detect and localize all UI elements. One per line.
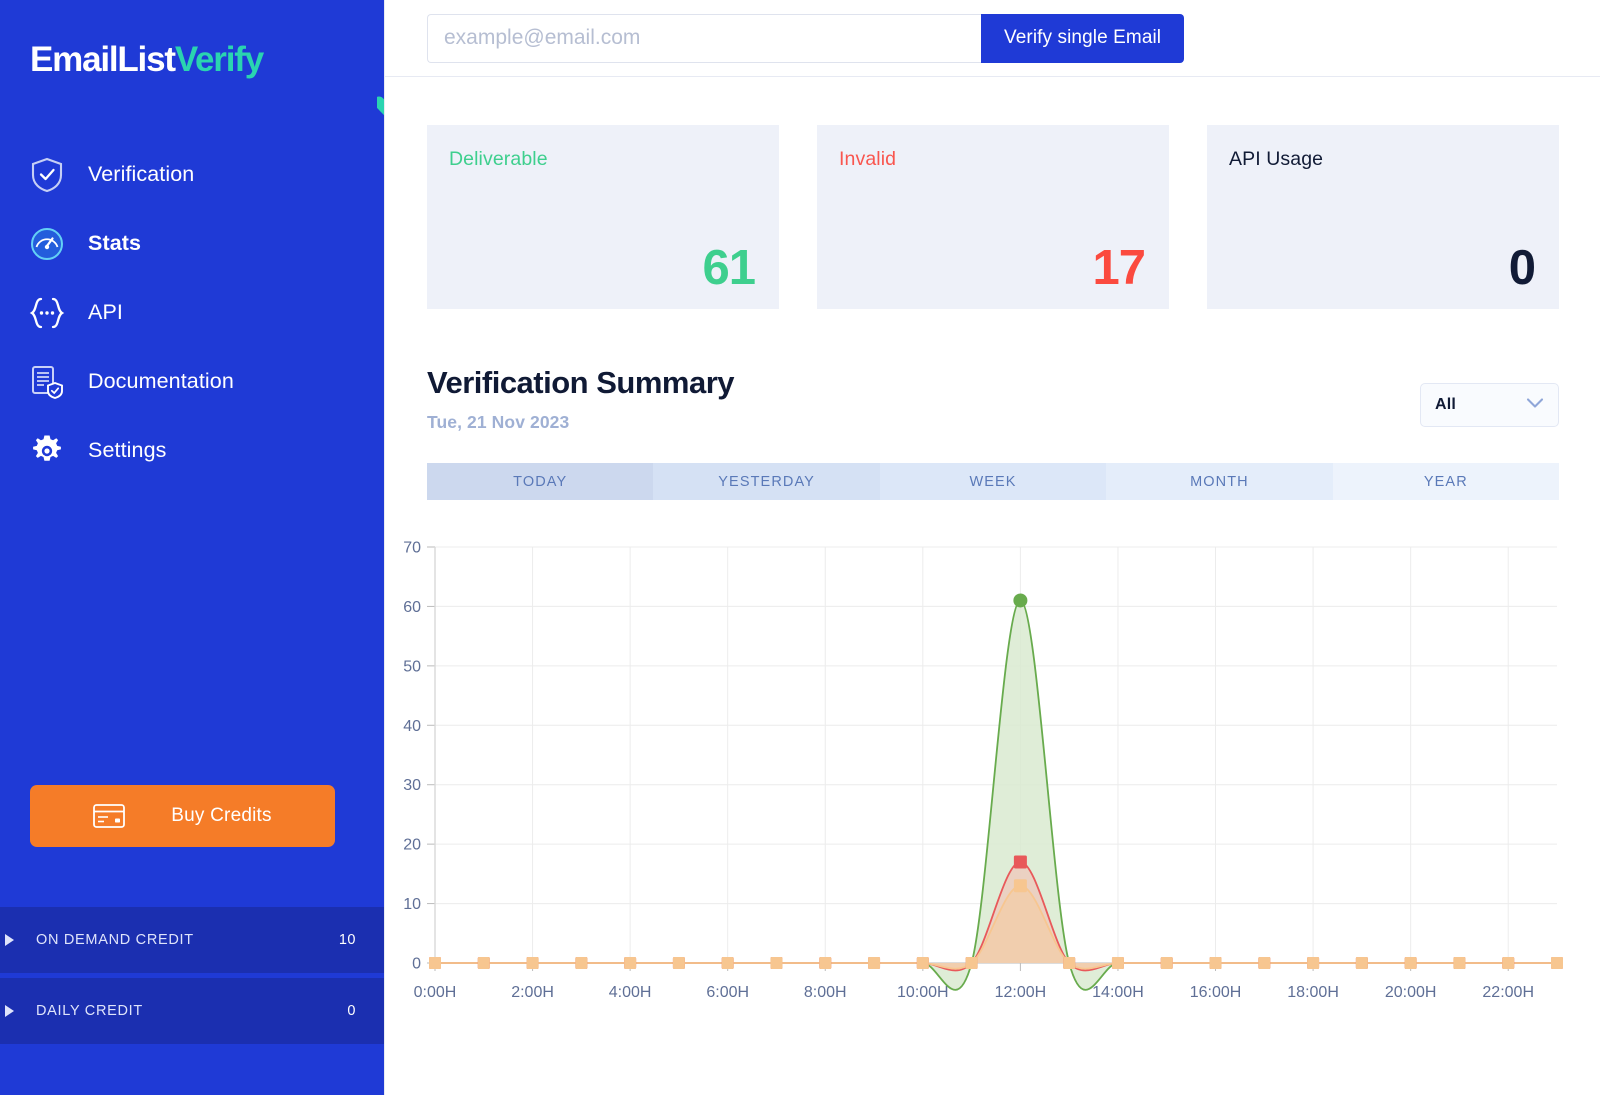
stat-card-title: Invalid [839,148,1147,171]
svg-text:30: 30 [403,777,421,794]
speedometer-icon [28,225,66,263]
svg-text:6:00H: 6:00H [706,984,749,1001]
verify-input-group: Verify single Email [427,14,1184,63]
stat-card-title: API Usage [1229,148,1537,171]
buy-credits-wrap: Buy Credits [0,785,384,847]
credit-value: 0 [347,1003,356,1019]
code-braces-icon [28,294,66,332]
svg-text:0: 0 [412,956,421,973]
sidebar-item-label: Settings [88,438,167,463]
sidebar-nav: Verification Stats [0,140,384,485]
summary-date: Tue, 21 Nov 2023 [427,412,1420,433]
credit-row-daily[interactable]: DAILY CREDIT 0 [0,978,384,1044]
stat-card-deliverable: Deliverable 61 [427,125,779,309]
stat-card-api-usage: API Usage 0 [1207,125,1559,309]
tab-today[interactable]: TODAY [427,463,653,500]
main-content: Verify single Email Deliverable 61 Inval… [384,0,1600,1095]
credit-label: ON DEMAND CREDIT [36,932,339,948]
sidebar-item-label: Verification [88,162,194,187]
chart-svg: 0 10 20 30 40 50 60 70 0:00H 2:00H 4:00H 6:00H 8:00H… [385,518,1600,1018]
chevron-right-icon [0,1004,24,1018]
page-title: Verification Summary [427,365,1420,401]
brand-logo[interactable]: EmailList Verify [0,0,384,120]
svg-text:10: 10 [403,896,421,913]
credit-row-on-demand[interactable]: ON DEMAND CREDIT 10 [0,907,384,973]
stat-card-value: 61 [702,244,755,293]
svg-text:0:00H: 0:00H [414,984,457,1001]
gear-icon [28,432,66,470]
svg-text:10:00H: 10:00H [897,984,949,1001]
summary-titles: Verification Summary Tue, 21 Nov 2023 [427,365,1420,433]
tab-month[interactable]: MONTH [1106,463,1332,500]
svg-text:2:00H: 2:00H [511,984,554,1001]
svg-text:70: 70 [403,540,421,557]
chevron-right-icon [0,933,24,947]
tab-year[interactable]: YEAR [1333,463,1559,500]
svg-text:20:00H: 20:00H [1385,984,1437,1001]
sidebar-item-label: API [88,300,123,325]
summary-header: Verification Summary Tue, 21 Nov 2023 Al… [385,309,1600,433]
credit-card-icon [93,804,125,828]
tab-label: YEAR [1424,474,1468,490]
svg-text:22:00H: 22:00H [1482,984,1534,1001]
credit-label: DAILY CREDIT [36,1003,347,1019]
svg-text:8:00H: 8:00H [804,984,847,1001]
email-input[interactable] [427,14,981,63]
tab-label: YESTERDAY [718,474,815,490]
stat-card-value: 17 [1092,244,1145,293]
brand-name-secondary: Verify [175,40,263,79]
tab-label: MONTH [1190,474,1249,490]
brand-name-primary: EmailList [30,42,175,77]
svg-text:50: 50 [403,658,421,675]
sidebar-item-verification[interactable]: Verification [0,140,384,209]
svg-text:18:00H: 18:00H [1287,984,1339,1001]
shield-check-icon [28,156,66,194]
credit-value: 10 [339,932,356,948]
sidebar-item-label: Documentation [88,369,234,394]
chevron-down-icon [1526,396,1544,414]
sidebar-item-stats[interactable]: Stats [0,209,384,278]
filter-dropdown[interactable]: All [1420,383,1559,427]
verification-chart[interactable]: 0 10 20 30 40 50 60 70 0:00H 2:00H 4:00H 6:00H 8:00H… [385,518,1600,1018]
tab-label: TODAY [513,474,567,490]
filter-selected-value: All [1435,396,1526,414]
svg-text:40: 40 [403,718,421,735]
credits-block: ON DEMAND CREDIT 10 DAILY CREDIT 0 [0,907,384,1095]
stat-card-invalid: Invalid 17 [817,125,1169,309]
tab-label: WEEK [969,474,1016,490]
sidebar-spacer [0,485,384,785]
period-tabs: TODAY YESTERDAY WEEK MONTH YEAR [427,463,1559,500]
verify-email-bar: Verify single Email [385,0,1600,77]
sidebar: EmailList Verify [0,0,384,1095]
document-shield-icon [28,363,66,401]
buy-credits-label: Buy Credits [171,805,271,827]
svg-text:16:00H: 16:00H [1190,984,1242,1001]
stat-card-title: Deliverable [449,148,757,171]
sidebar-item-api[interactable]: API [0,278,384,347]
verify-single-email-button[interactable]: Verify single Email [981,14,1184,63]
svg-text:14:00H: 14:00H [1092,984,1144,1001]
svg-text:4:00H: 4:00H [609,984,652,1001]
svg-text:12:00H: 12:00H [995,984,1047,1001]
sidebar-item-documentation[interactable]: Documentation [0,347,384,416]
tab-yesterday[interactable]: YESTERDAY [653,463,879,500]
sidebar-item-settings[interactable]: Settings [0,416,384,485]
svg-text:60: 60 [403,599,421,616]
stat-cards: Deliverable 61 Invalid 17 API Usage 0 [385,77,1600,309]
stat-card-value: 0 [1509,244,1535,293]
buy-credits-button[interactable]: Buy Credits [30,785,335,847]
tab-week[interactable]: WEEK [880,463,1106,500]
sidebar-item-label: Stats [88,231,141,256]
svg-text:20: 20 [403,837,421,854]
